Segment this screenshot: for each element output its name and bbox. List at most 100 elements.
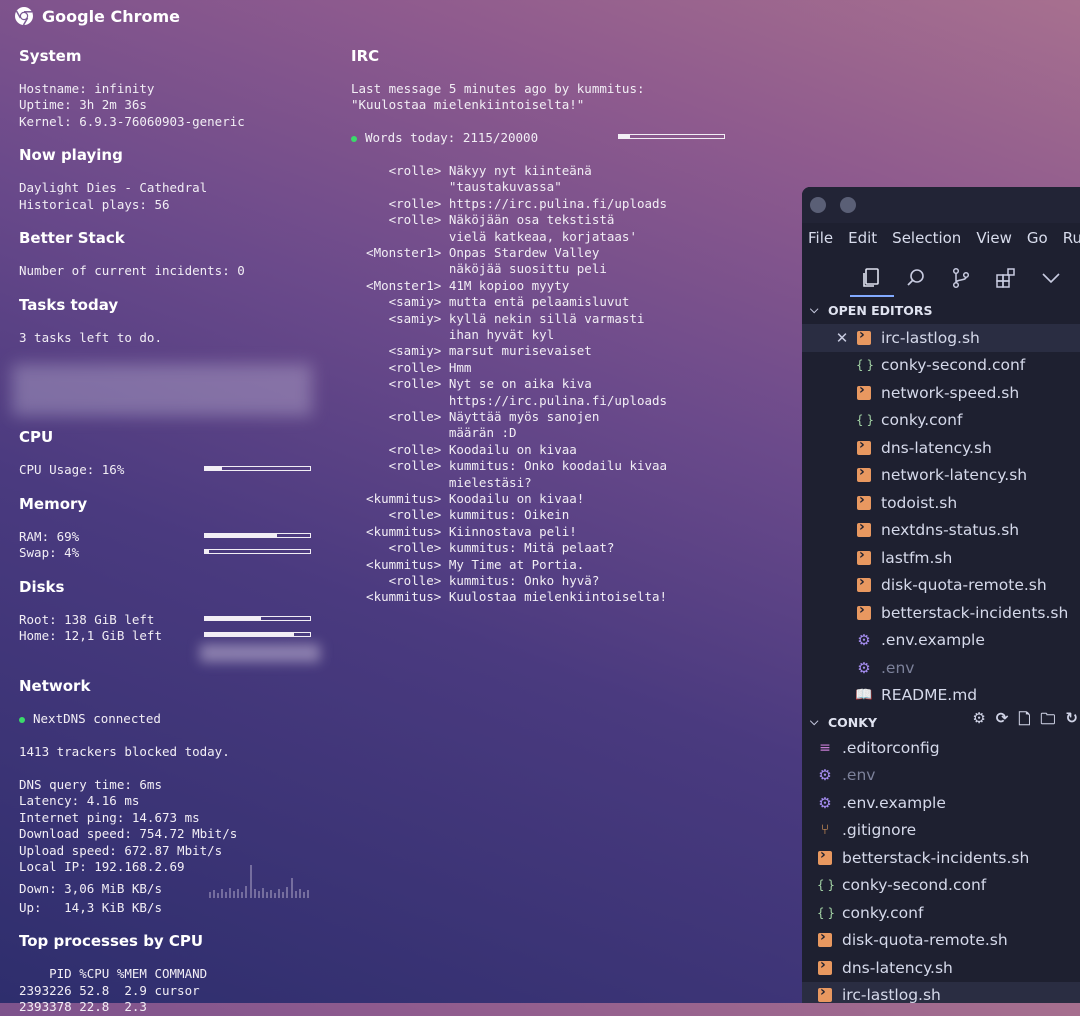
explorer-icon[interactable] xyxy=(859,266,883,290)
menu-item-run[interactable]: Run xyxy=(1063,229,1080,247)
refresh-icon[interactable]: ⟳ xyxy=(996,709,1009,734)
chrome-icon xyxy=(15,7,33,26)
network-graph xyxy=(209,865,309,898)
file-item[interactable]: dns-latency.sh xyxy=(802,954,1080,982)
file-item[interactable]: 📖 README.md xyxy=(802,682,1080,710)
down-rate: Down: 3,06 MiB KB/s xyxy=(19,881,162,896)
file-name: .env xyxy=(881,658,915,677)
home-disk-bar xyxy=(204,632,311,637)
activity-toolbar xyxy=(802,257,1080,299)
window-close-button[interactable] xyxy=(810,197,826,213)
braces-icon: { } xyxy=(856,358,874,373)
file-name: conky.conf xyxy=(842,903,924,922)
swap-usage-bar xyxy=(204,549,311,554)
irc-log-line: <rolle> kummitus: Onko koodailu kivaa xyxy=(351,458,668,474)
nextdns-status: NextDNS connected xyxy=(19,711,161,728)
file-item[interactable]: disk-quota-remote.sh xyxy=(802,927,1080,955)
irc-log-line: näköjää suosittu peli xyxy=(351,261,607,277)
file-item[interactable]: ⚙ .env.example xyxy=(802,789,1080,817)
vscode-window: File Edit Selection View Go Run ⌵ OPEN EDITOR… xyxy=(802,187,1080,1003)
irc-log-line: <kummitus> Koodailu on kivaa! xyxy=(351,491,585,506)
open-editors-header[interactable]: ⌵ OPEN EDITORS xyxy=(802,297,1080,323)
file-item[interactable]: { } conky.conf xyxy=(802,407,1080,435)
irc-last-message: Last message 5 minutes ago by kummitus: xyxy=(351,81,645,96)
file-item[interactable]: todoist.sh xyxy=(802,489,1080,517)
irc-log-line: ihan hyvät kyl xyxy=(351,327,555,342)
menu-item-go[interactable]: Go xyxy=(1027,229,1048,247)
shell-script-icon xyxy=(855,602,873,622)
uptime: Uptime: 3h 2m 36s xyxy=(19,97,147,112)
historical-plays: Historical plays: 56 xyxy=(19,197,170,212)
irc-log-line: <samiy> kyllä nekin sillä varmasti xyxy=(351,310,645,326)
file-item[interactable]: network-latency.sh xyxy=(802,462,1080,490)
file-item[interactable]: ⑂ .gitignore xyxy=(802,817,1080,845)
file-name: .env.example xyxy=(881,631,985,650)
settings-gear-icon[interactable]: ⚙ xyxy=(972,709,985,734)
file-name: betterstack-incidents.sh xyxy=(842,848,1030,867)
cpu-usage: CPU Usage: 16% xyxy=(19,462,125,477)
shell-script-icon xyxy=(816,984,834,1003)
file-item[interactable]: ⚙ .env xyxy=(802,654,1080,682)
file-item[interactable]: ⚙ .env.example xyxy=(802,627,1080,655)
git-branch-icon: ⑂ xyxy=(820,822,830,839)
menu-item-edit[interactable]: Edit xyxy=(848,229,877,247)
file-item[interactable]: nextdns-status.sh xyxy=(802,517,1080,545)
book-icon: 📖 xyxy=(855,687,873,704)
latency: Latency: 4.16 ms xyxy=(19,793,140,808)
menu-item-view[interactable]: View xyxy=(976,229,1012,247)
chevron-down-icon: ⌵ xyxy=(810,303,819,316)
file-item[interactable]: ✕ irc-lastlog.sh xyxy=(802,324,1080,352)
file-name: .env xyxy=(842,766,876,785)
hostname: Hostname: infinity xyxy=(19,81,155,96)
file-item[interactable]: lastfm.sh xyxy=(802,544,1080,572)
file-name: network-latency.sh xyxy=(881,466,1028,485)
words-today-text: Words today: 2115/20000 xyxy=(365,130,539,145)
irc-log-line: <rolle> https://irc.pulina.fi/uploads xyxy=(351,195,668,211)
up-rate: Up: 14,3 KiB KB/s xyxy=(19,900,162,915)
chevron-down-icon: ⌵ xyxy=(810,715,819,728)
internet-ping: Internet ping: 14.673 ms xyxy=(19,810,200,825)
irc-log-line: https://irc.pulina.fi/uploads xyxy=(351,392,668,408)
shell-script-icon xyxy=(855,492,873,512)
menu-item-file[interactable]: File xyxy=(808,229,833,247)
conky-folder-header[interactable]: ⌵ CONKY ⚙ ⟳ 🗋 🗀 ↻ xyxy=(802,709,1080,735)
file-name: disk-quota-remote.sh xyxy=(881,576,1047,595)
extensions-icon[interactable] xyxy=(994,266,1018,290)
gear-icon: ⚙ xyxy=(818,766,832,785)
irc-log-line: <rolle> kummitus: Onko hyvä? xyxy=(351,573,600,588)
process-row: 2393226 52.8 2.9 cursor xyxy=(19,983,200,998)
file-item[interactable]: { } conky.conf xyxy=(802,899,1080,927)
menu-item-selection[interactable]: Selection xyxy=(892,229,961,247)
file-name: irc-lastlog.sh xyxy=(842,986,941,1003)
menu-bar: File Edit Selection View Go Run xyxy=(808,229,1080,247)
close-icon[interactable]: ✕ xyxy=(835,329,849,347)
window-minimize-button[interactable] xyxy=(840,197,856,213)
file-item[interactable]: { } conky-second.conf xyxy=(802,872,1080,900)
source-control-icon[interactable] xyxy=(949,266,973,290)
now-playing-heading: Now playing xyxy=(19,146,123,164)
new-folder-icon[interactable]: 🗀 xyxy=(1040,709,1055,734)
file-item[interactable]: dns-latency.sh xyxy=(802,434,1080,462)
shell-script-icon xyxy=(855,574,873,594)
irc-log-line: <kummitus> My Time at Portia. xyxy=(351,556,585,572)
file-item[interactable]: betterstack-incidents.sh xyxy=(802,844,1080,872)
collapse-icon[interactable]: ↻ xyxy=(1065,709,1078,734)
file-item[interactable]: network-speed.sh xyxy=(802,379,1080,407)
file-item[interactable]: { } conky-second.conf xyxy=(802,352,1080,380)
file-item[interactable]: betterstack-incidents.sh xyxy=(802,599,1080,627)
file-item[interactable]: irc-lastlog.sh xyxy=(802,981,1080,1003)
file-item[interactable]: ≡ .editorconfig xyxy=(802,734,1080,762)
search-icon[interactable] xyxy=(904,266,928,290)
chevron-down-icon[interactable] xyxy=(1039,266,1063,290)
new-file-icon[interactable]: 🗋 xyxy=(1018,709,1030,734)
dns-query-time: DNS query time: 6ms xyxy=(19,777,162,792)
upload-speed: Upload speed: 672.87 Mbit/s xyxy=(19,843,223,858)
file-item[interactable]: ⚙ .env xyxy=(802,762,1080,790)
file-name: irc-lastlog.sh xyxy=(881,328,980,347)
irc-log-line: <rolle> Hmm xyxy=(351,359,472,375)
file-item[interactable]: disk-quota-remote.sh xyxy=(802,572,1080,600)
tasks-heading: Tasks today xyxy=(19,296,119,314)
network-heading: Network xyxy=(19,677,91,695)
file-name: todoist.sh xyxy=(881,493,958,512)
shell-script-icon xyxy=(816,847,834,867)
